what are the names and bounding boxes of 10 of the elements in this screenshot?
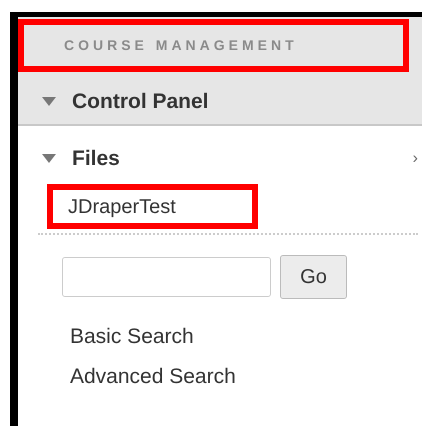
- search-link[interactable]: Advanced Search: [70, 361, 422, 393]
- triangle-down-icon[interactable]: [42, 154, 56, 164]
- menu-heading[interactable]: Files: [72, 143, 120, 175]
- go-button[interactable]: Go: [280, 255, 347, 299]
- section-header: COURSE MANAGEMENT: [18, 19, 409, 72]
- arrow-glyph[interactable]: ›: [412, 147, 418, 171]
- search-field[interactable]: [62, 257, 271, 297]
- file-link[interactable]: JDraperTest: [47, 184, 258, 229]
- search-link[interactable]: Basic Search: [70, 321, 422, 353]
- triangle-down-icon[interactable]: [42, 97, 56, 107]
